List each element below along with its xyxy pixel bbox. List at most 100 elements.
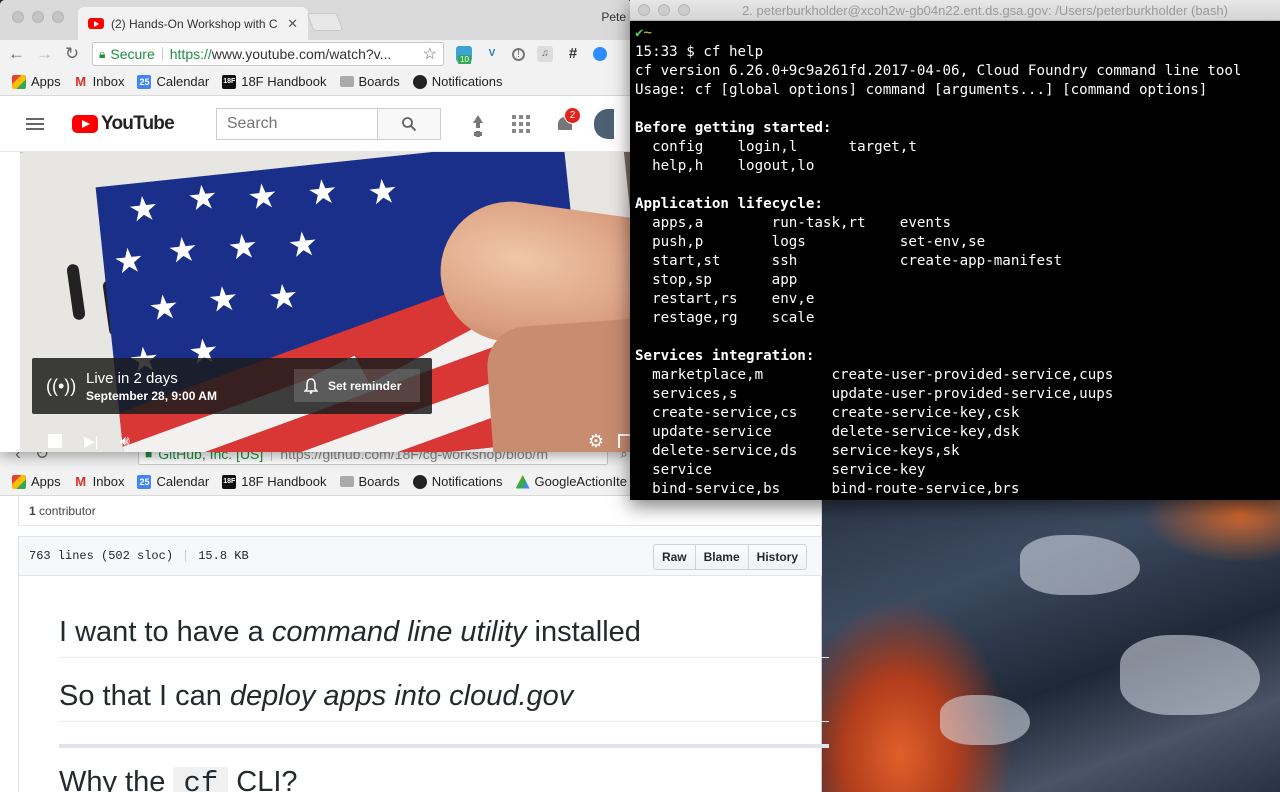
bookmark-calendar[interactable]: 25 Calendar bbox=[137, 74, 209, 89]
youtube-favicon-icon bbox=[88, 18, 104, 29]
heading-text: So that I can bbox=[59, 680, 230, 712]
contributors-count: 1 bbox=[29, 503, 36, 518]
star-icon: ★ bbox=[225, 226, 261, 268]
calendar-icon: 25 bbox=[137, 74, 152, 89]
set-reminder-button[interactable]: Set reminder bbox=[294, 369, 420, 402]
extensions-bar: 10 V ! ♫ # bbox=[456, 46, 607, 64]
command-row: create-service,cs create-service-key,csk bbox=[635, 405, 1020, 421]
heading-text: CLI? bbox=[228, 766, 298, 792]
forward-icon[interactable]: → bbox=[36, 44, 53, 64]
command-row: help,h logout,lo bbox=[635, 158, 815, 174]
next-icon[interactable]: ▶| bbox=[84, 433, 98, 450]
profile-button[interactable]: Pete bbox=[601, 10, 626, 24]
bookmark-apps[interactable]: Apps bbox=[12, 74, 61, 89]
bookmark-star-icon[interactable]: ☆ bbox=[423, 44, 437, 64]
heading-deploy-apps: So that I can deploy apps into cloud.gov bbox=[59, 664, 829, 722]
close-window-button[interactable] bbox=[638, 4, 650, 16]
zoom-window-button[interactable] bbox=[52, 11, 64, 23]
reload-icon[interactable]: ↻ bbox=[64, 44, 80, 64]
tab-youtube[interactable]: (2) Hands-On Workshop with C ✕ bbox=[78, 7, 308, 40]
new-tab-button[interactable] bbox=[306, 13, 344, 31]
close-window-button[interactable] bbox=[12, 11, 24, 23]
apps-grid-icon bbox=[12, 74, 26, 89]
bookmark-apps[interactable]: Apps bbox=[12, 474, 61, 489]
bookmark-boards[interactable]: Boards bbox=[339, 74, 400, 89]
settings-gear-icon[interactable]: ⚙ bbox=[588, 431, 604, 452]
notification-count-badge: 2 bbox=[564, 106, 581, 124]
version-line: cf version 6.26.0+9c9a261fd.2017-04-06, … bbox=[635, 63, 1242, 79]
bookmark-inbox[interactable]: M Inbox bbox=[74, 74, 125, 89]
volume-icon[interactable]: 🔊︎ bbox=[120, 433, 129, 450]
apps-grid-icon[interactable] bbox=[512, 114, 530, 133]
bookmark-18f-handbook[interactable]: 18F 18F Handbook bbox=[222, 74, 327, 89]
bell-icon bbox=[304, 377, 318, 394]
star-icon: ★ bbox=[165, 230, 201, 272]
prompt-check-icon: ✔ bbox=[635, 25, 644, 41]
star-icon: ★ bbox=[126, 189, 161, 230]
url-text: https://www.youtube.com/watch?v... bbox=[170, 46, 418, 62]
command-row: stop,sp app bbox=[635, 272, 798, 288]
star-icon: ★ bbox=[305, 172, 340, 214]
bookmark-notifications[interactable]: Notifications bbox=[412, 74, 503, 89]
terminal-titlebar: 2. peterburkholder@xcoh2w-gb04n22.ent.ds… bbox=[630, 0, 1280, 21]
command-row: config login,l target,t bbox=[635, 139, 917, 155]
close-tab-icon[interactable]: ✕ bbox=[287, 16, 298, 32]
wallpaper-detail bbox=[1120, 635, 1260, 715]
heading-emphasis: command line utility bbox=[271, 616, 527, 648]
bookmark-notifications[interactable]: Notifications bbox=[412, 474, 503, 489]
terminal-window[interactable]: 2. peterburkholder@xcoh2w-gb04n22.ent.ds… bbox=[630, 0, 1280, 500]
zoom-window-button[interactable] bbox=[678, 4, 690, 16]
blame-button[interactable]: Blame bbox=[694, 544, 749, 570]
search-input[interactable] bbox=[215, 107, 377, 140]
history-button[interactable]: History bbox=[747, 544, 807, 570]
bookmark-label: Apps bbox=[31, 474, 61, 489]
bookmark-calendar[interactable]: 25 Calendar bbox=[137, 474, 209, 489]
command-row: start,st ssh create-app-manifest bbox=[635, 253, 1063, 269]
raw-button[interactable]: Raw bbox=[652, 544, 696, 570]
url-divider bbox=[161, 47, 163, 61]
minimize-window-button[interactable] bbox=[658, 4, 670, 16]
search-button[interactable] bbox=[376, 107, 441, 140]
18f-icon: 18F bbox=[222, 74, 237, 89]
minimize-window-button[interactable] bbox=[32, 11, 44, 23]
vimium-icon[interactable]: V bbox=[484, 46, 500, 62]
section-heading: Before getting started: bbox=[635, 120, 832, 136]
command-row: service service-key bbox=[635, 462, 926, 478]
command-row: push,p logs set-env,se bbox=[635, 234, 986, 250]
avatar[interactable] bbox=[594, 108, 614, 139]
slack-hash-icon[interactable]: # bbox=[565, 46, 581, 62]
notifications-bell-icon[interactable]: 2 bbox=[556, 106, 581, 133]
youtube-logo[interactable]: YouTube bbox=[72, 113, 175, 135]
bookmark-label: Calendar bbox=[156, 74, 210, 89]
heading-command-line: I want to have a command line utility in… bbox=[59, 600, 829, 658]
bookmark-googleactionitems[interactable]: GoogleActionIte bbox=[515, 474, 627, 489]
video-player[interactable]: ★ ★ ★ ★ ★ ★ ★ ★ ★ ★ ★ ★ ★ ★ ((•)) Live i… bbox=[20, 152, 632, 452]
youtube-play-icon bbox=[72, 114, 98, 133]
back-icon[interactable]: ← bbox=[8, 44, 25, 64]
upload-icon[interactable] bbox=[470, 114, 486, 133]
bookmark-18f-handbook[interactable]: 18F 18F Handbook bbox=[222, 474, 327, 489]
stop-icon[interactable] bbox=[48, 434, 62, 448]
info-icon[interactable]: ! bbox=[512, 47, 525, 61]
masthead-actions: 2 bbox=[470, 106, 614, 139]
github-icon bbox=[412, 474, 427, 489]
folder-icon bbox=[339, 76, 354, 87]
youtube-address-bar[interactable]: 🔒︎ Secure https://www.youtube.com/watch?… bbox=[92, 42, 444, 66]
bookmark-inbox[interactable]: M Inbox bbox=[74, 474, 124, 489]
terminal-output[interactable]: ✔~ 15:33 $ cf help cf version 6.26.0+9c9… bbox=[630, 21, 1280, 499]
command-row: bind-service,bs bind-route-service,brs bbox=[635, 481, 1020, 497]
music-icon[interactable]: ♫ bbox=[537, 46, 553, 62]
search-icon bbox=[401, 116, 417, 131]
bookmark-boards[interactable]: Boards bbox=[339, 474, 400, 489]
command-row: restart,rs env,e bbox=[635, 291, 815, 307]
menu-icon[interactable] bbox=[26, 117, 44, 130]
player-controls: ▶| 🔊︎ ⚙ bbox=[20, 430, 632, 452]
zoom-icon[interactable] bbox=[593, 47, 607, 61]
usage-line: Usage: cf [global options] command [argu… bbox=[635, 82, 1208, 98]
contributors-label[interactable]: contributor bbox=[39, 504, 96, 518]
github-page-body: 1 contributor 763 lines (502 sloc) | 15.… bbox=[0, 496, 829, 792]
live-info: Live in 2 days September 28, 9:00 AM bbox=[86, 370, 217, 403]
bookmark-label: Inbox bbox=[92, 74, 125, 89]
star-icon: ★ bbox=[266, 276, 301, 318]
extension-icon[interactable]: 10 bbox=[456, 46, 472, 64]
